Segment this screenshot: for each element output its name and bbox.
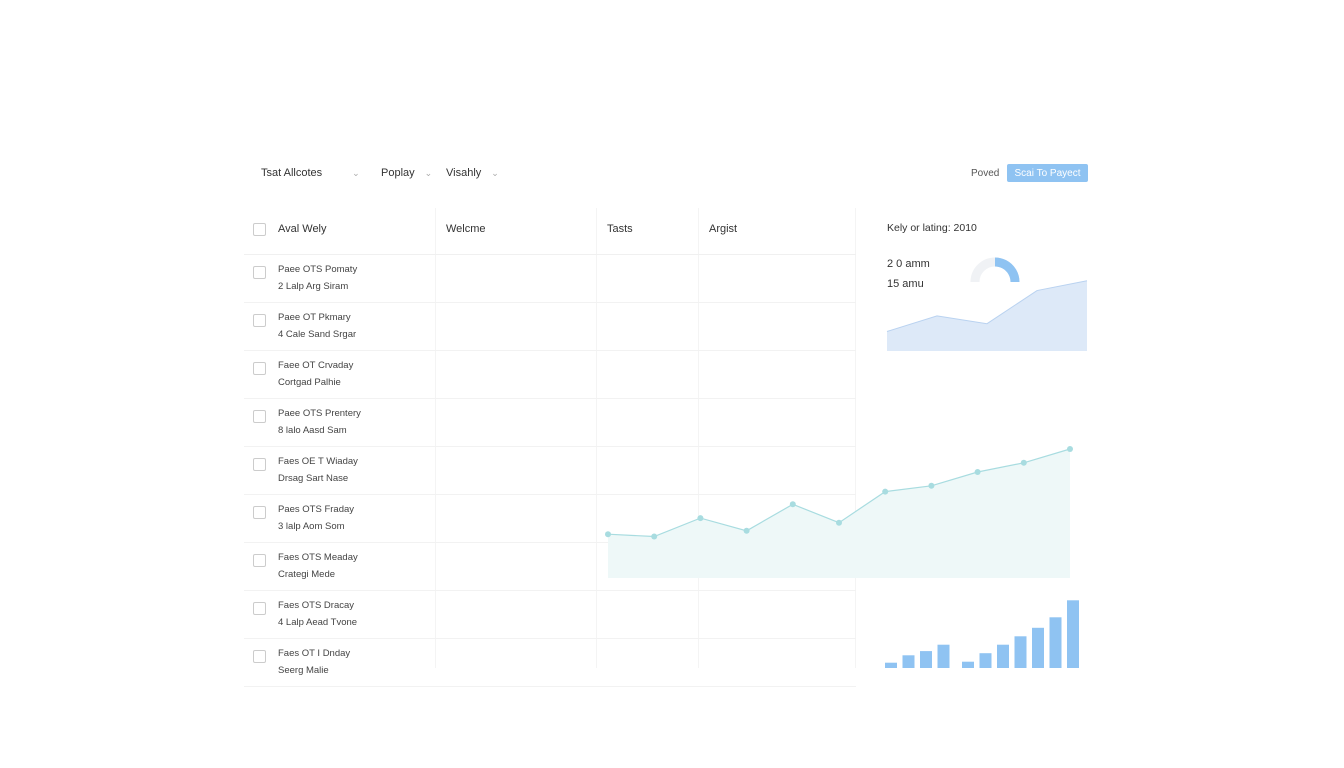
secondary-link[interactable]: Poved bbox=[971, 168, 999, 179]
row-checkbox[interactable] bbox=[253, 410, 266, 423]
filter-label: Poplay bbox=[381, 167, 415, 179]
data-point bbox=[928, 482, 935, 489]
row-checkbox[interactable] bbox=[253, 506, 266, 519]
row-subtitle: 3 lalp Aom Som bbox=[278, 521, 345, 532]
row-title: Paee OTS Prentery bbox=[278, 408, 361, 419]
data-point bbox=[743, 527, 750, 534]
filter-dropdown-2[interactable]: Poplay ⌄ bbox=[381, 167, 432, 179]
row-checkbox[interactable] bbox=[253, 458, 266, 471]
dashboard-page: { "toolbar": { "filters": [ {"label": "T… bbox=[0, 0, 1344, 768]
data-point bbox=[1020, 459, 1027, 466]
row-title: Faes OTS Meaday bbox=[278, 552, 358, 563]
column-header[interactable]: Argist bbox=[709, 223, 737, 235]
row-title: Paee OT Pkmary bbox=[278, 312, 351, 323]
row-subtitle: 4 Cale Sand Srgar bbox=[278, 329, 357, 340]
row-subtitle: Drsag Sart Nase bbox=[278, 473, 349, 484]
data-point bbox=[697, 515, 704, 522]
row-checkbox[interactable] bbox=[253, 266, 266, 279]
bar bbox=[997, 644, 1009, 668]
data-point bbox=[836, 519, 842, 526]
bar bbox=[979, 653, 992, 668]
bar bbox=[1032, 627, 1044, 668]
row-subtitle: 4 Lalp Aead Tvone bbox=[278, 617, 358, 628]
chevron-down-icon: ⌄ bbox=[352, 167, 360, 178]
filter-label: Tsat Allcotes bbox=[261, 167, 323, 179]
table-row[interactable]: Faes OTS Dracay 4 Lalp Aead Tvone bbox=[244, 591, 856, 639]
row-checkbox[interactable] bbox=[253, 314, 266, 327]
bar bbox=[1014, 636, 1027, 668]
table-row[interactable]: Paee OTS Pomaty 2 Lalp Arg Siram bbox=[244, 255, 856, 303]
bar bbox=[1049, 617, 1062, 668]
widget-chart bbox=[886, 257, 1088, 351]
table-row[interactable]: Faee OT Crvaday Cortgad Palhie bbox=[244, 351, 856, 399]
table-header: Aval Wely Welcme Tasts Argist bbox=[244, 208, 856, 255]
data-point bbox=[789, 501, 796, 508]
data-point bbox=[605, 531, 611, 538]
row-subtitle: 8 lalo Aasd Sam bbox=[278, 425, 347, 436]
data-point bbox=[651, 533, 658, 540]
row-checkbox[interactable] bbox=[253, 554, 266, 567]
row-subtitle: Seerg Malie bbox=[278, 665, 329, 676]
bar-chart bbox=[885, 600, 1079, 668]
column-header[interactable]: Aval Wely bbox=[278, 223, 327, 235]
row-title: Faes OT I Dnday bbox=[278, 648, 351, 659]
table-row[interactable]: Faes OT I Dnday Seerg Malie bbox=[244, 639, 856, 687]
filter-dropdown-1[interactable]: Tsat Allcotes ⌄ bbox=[261, 167, 360, 179]
row-title: Faee OT Crvaday bbox=[278, 360, 354, 371]
row-checkbox[interactable] bbox=[253, 602, 266, 615]
row-title: Paee OTS Pomaty bbox=[278, 264, 358, 275]
data-point bbox=[974, 469, 981, 475]
trend-area-chart bbox=[605, 446, 1073, 578]
bar bbox=[902, 655, 915, 668]
summary-widget: Kely or lating: 2010 2 0 amm 15 amu bbox=[886, 218, 1089, 353]
select-all-checkbox[interactable] bbox=[253, 223, 266, 236]
row-title: Faes OTS Dracay bbox=[278, 600, 355, 611]
table-row[interactable]: Paee OT Pkmary 4 Cale Sand Srgar bbox=[244, 303, 856, 351]
filter-dropdown-3[interactable]: Visahly ⌄ bbox=[446, 167, 499, 179]
row-title: Faes OE T Wiaday bbox=[278, 456, 358, 467]
bar bbox=[962, 661, 974, 668]
row-subtitle: 2 Lalp Arg Siram bbox=[278, 281, 349, 292]
primary-action-button[interactable]: Scai To Payect bbox=[1007, 164, 1088, 182]
bar bbox=[885, 662, 897, 668]
column-header[interactable]: Tasts bbox=[607, 223, 633, 235]
chevron-down-icon: ⌄ bbox=[424, 167, 433, 178]
toolbar: Tsat Allcotes ⌄ Poplay ⌄ Visahly ⌄ Poved… bbox=[244, 160, 1100, 190]
bar bbox=[920, 651, 932, 668]
filter-label: Visahly bbox=[446, 167, 482, 179]
row-subtitle: Crategi Mede bbox=[278, 569, 336, 580]
column-header[interactable]: Welcme bbox=[446, 223, 486, 235]
data-point bbox=[882, 488, 889, 495]
data-point bbox=[1067, 446, 1073, 452]
chevron-down-icon: ⌄ bbox=[491, 167, 499, 178]
row-checkbox[interactable] bbox=[253, 650, 266, 663]
row-title: Paes OTS Fraday bbox=[278, 504, 355, 515]
row-checkbox[interactable] bbox=[253, 362, 266, 375]
area-fill bbox=[608, 449, 1070, 578]
row-subtitle: Cortgad Palhie bbox=[278, 377, 341, 388]
bar bbox=[937, 644, 950, 668]
bar bbox=[1067, 600, 1079, 668]
